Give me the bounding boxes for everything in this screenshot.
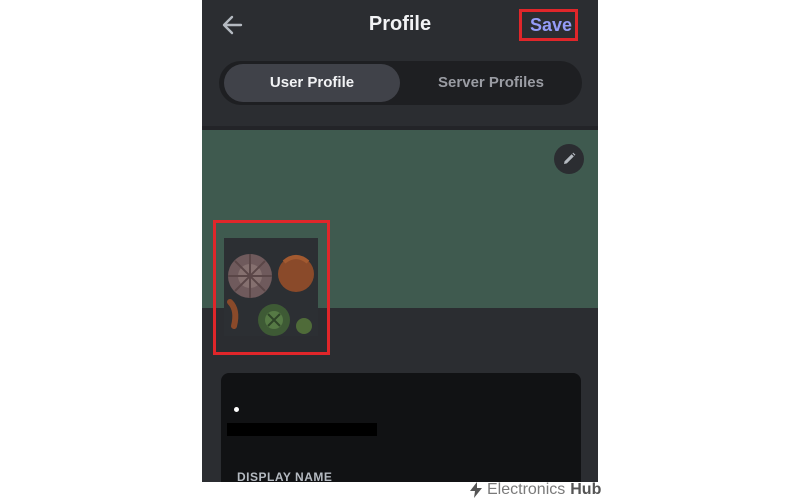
- profile-card: DISPLAY NAME: [221, 373, 581, 482]
- tab-server-profiles[interactable]: Server Profiles: [405, 64, 577, 102]
- save-button[interactable]: Save: [530, 15, 572, 36]
- edit-banner-button[interactable]: [554, 144, 584, 174]
- top-bar: Profile Save: [202, 0, 598, 52]
- profile-tabs: User Profile Server Profiles: [219, 61, 582, 105]
- avatar[interactable]: [224, 238, 318, 336]
- display-name-label: DISPLAY NAME: [237, 470, 333, 482]
- tab-user-profile[interactable]: User Profile: [224, 64, 400, 102]
- bolt-logo-icon: [470, 482, 482, 498]
- redacted-username: [227, 423, 377, 436]
- screenshot-stage: Profile Save User Profile Server Profile…: [0, 0, 800, 500]
- watermark-brand-bold: Hub: [570, 481, 602, 498]
- app-screen: Profile Save User Profile Server Profile…: [202, 0, 598, 482]
- watermark-brand: Electronics: [487, 481, 566, 498]
- watermark: Electronics Hub: [469, 480, 601, 500]
- pencil-icon: [564, 152, 576, 164]
- avatar-image: [224, 238, 318, 336]
- status-dot: [234, 407, 239, 412]
